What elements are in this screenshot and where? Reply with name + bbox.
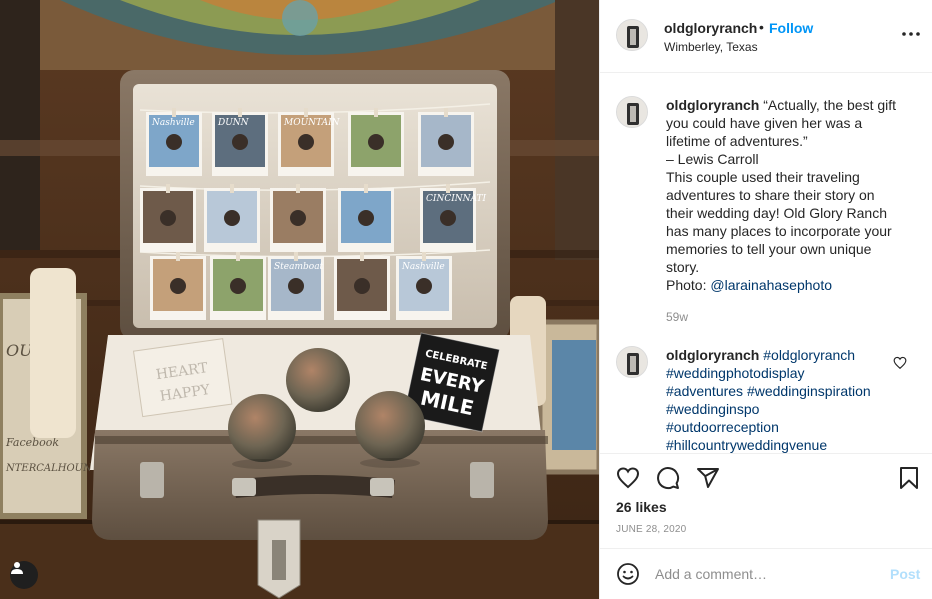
clothespin — [236, 252, 240, 261]
clothespin — [304, 108, 308, 117]
caption-line: adventures to share their story on — [666, 187, 875, 203]
hashtag-link[interactable]: #weddinginspiration — [747, 383, 871, 399]
profile-avatar[interactable] — [616, 19, 648, 51]
clothespin — [364, 184, 368, 193]
snapshot-people — [438, 134, 454, 150]
hashtag-link[interactable]: #outdoorreception — [666, 419, 779, 435]
caption-username[interactable]: oldgloryranch — [666, 97, 759, 113]
clothespin — [172, 108, 176, 117]
comment-bubble-icon[interactable] — [656, 466, 680, 490]
snapshot-people — [298, 134, 314, 150]
comment-avatar[interactable] — [616, 346, 648, 378]
snapshot-people — [288, 278, 304, 294]
comment-input[interactable] — [655, 563, 875, 585]
caption-line: has many places to incorporate your — [666, 223, 892, 239]
snapshot-label: Nashville — [151, 118, 195, 128]
snapshot-people — [230, 278, 246, 294]
clothespin — [230, 184, 234, 193]
emoji-smiley-icon[interactable] — [616, 562, 640, 586]
suitcase-photo-illustration: OUR Facebook NTERCALHOUN Nashville DUNN MO… — [0, 0, 599, 599]
photo-credit-line: Photo: @larainahasephoto — [666, 276, 916, 294]
caption-line: “Actually, the best gift — [763, 97, 897, 113]
avatar-image — [617, 347, 647, 377]
svg-text:NTERCALHOUN: NTERCALHOUN — [5, 463, 93, 474]
hashtag-link[interactable]: #weddingphotodisplay — [666, 365, 805, 381]
snapshot-people — [358, 210, 374, 226]
post-username[interactable]: oldgloryranch — [664, 20, 757, 36]
add-comment-bar: Post — [600, 548, 932, 599]
clothespin — [422, 252, 426, 261]
snapshot-people — [354, 278, 370, 294]
caption-line: story. — [666, 259, 700, 275]
save-bookmark-icon[interactable] — [897, 466, 921, 490]
post-date[interactable]: JUNE 28, 2020 — [616, 524, 686, 535]
like-heart-icon[interactable] — [616, 466, 640, 490]
follow-separator: • — [759, 19, 764, 35]
caption-line: their wedding day! Old Glory Ranch — [666, 205, 887, 221]
snapshot-label: MOUNTAIN — [283, 118, 341, 128]
snapshot-people — [170, 278, 186, 294]
post-actions: 26 likes JUNE 28, 2020 — [600, 453, 932, 548]
follow-button[interactable]: Follow — [769, 20, 813, 36]
caption-avatar[interactable] — [616, 96, 648, 128]
hashtag-link[interactable]: #adventures — [666, 383, 743, 399]
hashtag-comment: oldgloryranch #oldgloryranch #weddingpho… — [666, 346, 886, 453]
comment-username[interactable]: oldgloryranch — [666, 347, 759, 363]
post-age[interactable]: 59w — [666, 310, 688, 324]
snapshot-label: Nashville — [401, 262, 445, 272]
clothespin — [296, 184, 300, 193]
snapshot-people — [416, 278, 432, 294]
likes-count[interactable]: 26 likes — [616, 499, 667, 515]
tagged-user-button[interactable] — [10, 561, 38, 589]
photo-credit-link[interactable]: @larainahasephoto — [710, 277, 832, 293]
clothespin — [444, 108, 448, 117]
post-location[interactable]: Wimberley, Texas — [664, 40, 758, 54]
user-icon — [11, 562, 23, 574]
share-paper-plane-icon[interactable] — [696, 466, 720, 490]
post-side-panel: oldgloryranch • Follow Wimberley, Texas … — [599, 0, 932, 599]
avatar-image — [617, 20, 647, 50]
snapshot-people — [368, 134, 384, 150]
more-options-icon[interactable] — [900, 26, 922, 42]
post-caption: oldgloryranch “Actually, the best gift y… — [666, 96, 916, 294]
clothespin — [360, 252, 364, 261]
snapshot-people — [160, 210, 176, 226]
snapshot-people — [166, 134, 182, 150]
snapshot-label: DUNN — [217, 118, 250, 128]
post-header: oldgloryranch • Follow Wimberley, Texas — [600, 0, 932, 73]
avatar-image — [617, 97, 647, 127]
snapshot-label: Steamboat — [274, 262, 324, 272]
snapshot-people — [224, 210, 240, 226]
clothespin — [294, 252, 298, 261]
snapshot-people — [290, 210, 306, 226]
clothespin — [374, 108, 378, 117]
caption-line: This couple used their traveling — [666, 169, 860, 185]
clothespin — [446, 184, 450, 193]
like-comment-heart-icon[interactable] — [893, 356, 907, 370]
clothespin — [176, 252, 180, 261]
snapshot-people — [440, 210, 456, 226]
hashtag-link[interactable]: #oldgloryranch — [763, 347, 855, 363]
snapshot-people — [232, 134, 248, 150]
caption-line: memories to tell your own unique — [666, 241, 872, 257]
comments-list[interactable]: oldgloryranch “Actually, the best gift y… — [600, 73, 932, 453]
post-comment-button[interactable]: Post — [890, 566, 920, 582]
photo-credit-prefix: Photo: — [666, 277, 711, 293]
caption-line: – Lewis Carroll — [666, 151, 759, 167]
clothespin — [238, 108, 242, 117]
caption-line: you could have given her was a — [666, 115, 863, 131]
post-photo[interactable]: OUR Facebook NTERCALHOUN Nashville DUNN MO… — [0, 0, 599, 599]
clothespin — [166, 184, 170, 193]
hashtag-link[interactable]: #hillcountryweddingvenue — [666, 437, 827, 453]
snapshot-label: CINCINNATI — [426, 194, 487, 204]
hashtag-link[interactable]: #weddinginspo — [666, 401, 759, 417]
caption-line: lifetime of adventures.” — [666, 133, 808, 149]
